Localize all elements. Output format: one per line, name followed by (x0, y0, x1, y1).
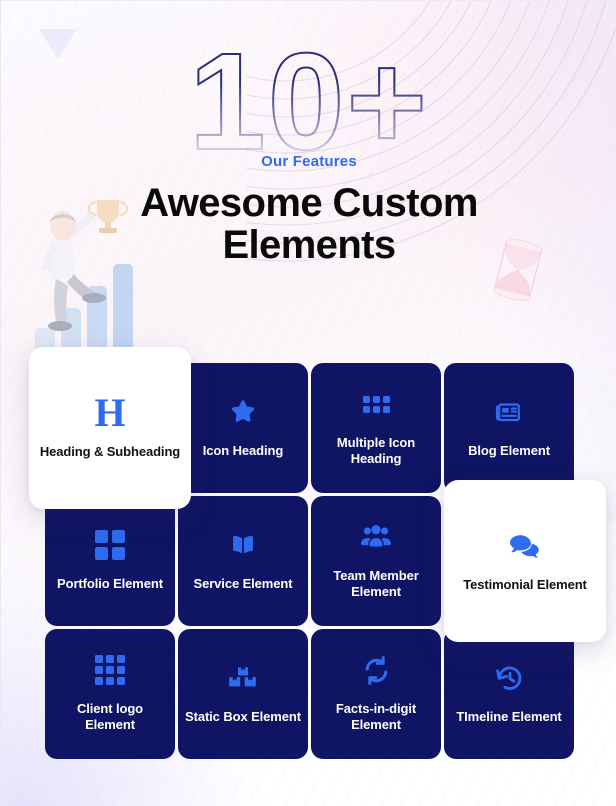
star-icon (226, 395, 260, 429)
people-group-icon (359, 520, 393, 554)
feature-card-client-logo-element[interactable]: Client logo Element (45, 629, 175, 759)
feature-card-heading-subheading[interactable]: H Heading & Subheading (29, 347, 191, 509)
speech-bubbles-icon (508, 529, 542, 563)
feature-card-label: TImeline Element (456, 709, 562, 724)
stacked-boxes-icon (226, 661, 260, 695)
big-number: 10+ (188, 25, 430, 179)
feature-card-service-element[interactable]: Service Element (178, 496, 308, 626)
clock-history-icon (492, 661, 526, 695)
page-title: Awesome Custom Elements (140, 181, 478, 267)
open-book-icon (226, 528, 260, 562)
feature-card-label: Facts-in-digit Element (335, 701, 417, 732)
big-number-wrapper: 10+ (1, 25, 616, 179)
feature-card-label: Multiple Icon Heading (336, 435, 416, 466)
feature-card-label: Team Member Element (333, 568, 419, 599)
feature-card-label: Testimonial Element (463, 577, 587, 592)
feature-card-label: Portfolio Element (57, 576, 163, 591)
newspaper-icon (492, 395, 526, 429)
feature-card-multiple-icon-heading[interactable]: Multiple Icon Heading (311, 363, 441, 493)
feature-card-label: Icon Heading (202, 443, 284, 458)
feature-card-team-member-element[interactable]: Team Member Element (311, 496, 441, 626)
feature-card-label: Service Element (193, 576, 293, 591)
feature-card-portfolio-element[interactable]: Portfolio Element (45, 496, 175, 626)
feature-card-label: Client logo Element (76, 701, 144, 732)
feature-card-blog-element[interactable]: Blog Element (444, 363, 574, 493)
grid-3x3-icon (93, 653, 127, 687)
feature-card-testimonial-element[interactable]: Testimonial Element (444, 480, 606, 642)
feature-showcase-page: 10+ Our Features Awesome Custom Elements… (0, 0, 616, 806)
sync-refresh-icon (359, 653, 393, 687)
feature-card-label: Heading & Subheading (39, 444, 181, 459)
feature-card-label: Blog Element (468, 443, 550, 458)
feature-card-label: Static Box Element (185, 709, 301, 724)
feature-card-static-box-element[interactable]: Static Box Element (178, 629, 308, 759)
feature-card-grid: H Heading & Subheading Icon Heading Mult… (29, 347, 606, 759)
grid-3x2-icon (359, 387, 393, 421)
grid-2x2-icon (93, 528, 127, 562)
feature-card-timeline-element[interactable]: TImeline Element (444, 629, 574, 759)
hero-section: 10+ Our Features Awesome Custom Elements (1, 1, 616, 266)
eyebrow-label: Our Features (261, 153, 357, 170)
feature-card-facts-in-digit-element[interactable]: Facts-in-digit Element (311, 629, 441, 759)
feature-card-icon-heading[interactable]: Icon Heading (178, 363, 308, 493)
serif-h-icon: H (94, 390, 126, 435)
